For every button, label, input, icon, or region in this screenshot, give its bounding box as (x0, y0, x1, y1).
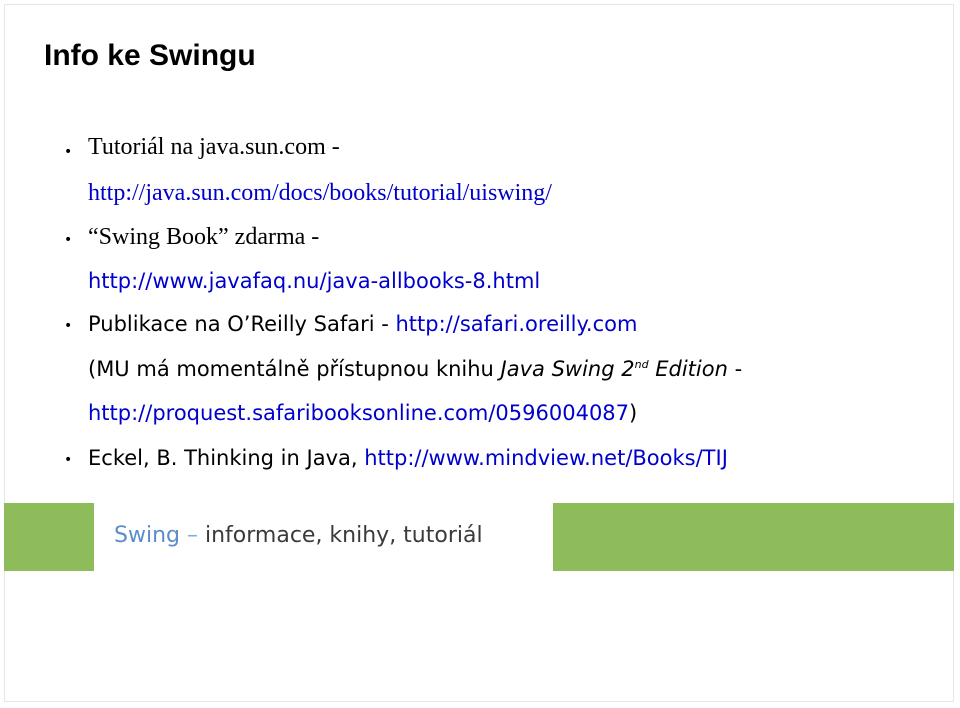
bullet-item-3-line: Publikace na O’Reilly Safari - http://sa… (88, 309, 637, 339)
book-title-sup: nd (634, 358, 649, 371)
bullet-item-3-note-link-line: http://proquest.safaribooksonline.com/05… (88, 398, 637, 428)
bullet-item-1-text: Tutoriál na java.sun.com - (88, 134, 340, 160)
bullet-item-1-link[interactable]: http://java.sun.com/docs/books/tutorial/… (88, 178, 552, 208)
slide-footer: Swing – informace, knihy, tutoriál (4, 503, 954, 571)
footer-topic: Swing (114, 523, 180, 548)
bullet-item-3-note-close: ) (629, 401, 638, 425)
bullet-symbol: • (64, 318, 73, 334)
footer-bar-right (553, 503, 954, 571)
slide-frame (4, 4, 954, 702)
footer-caption: Swing – informace, knihy, tutoriál (114, 521, 483, 551)
footer-subtitle: informace, knihy, tutoriál (204, 523, 483, 548)
bullet-symbol: • (64, 452, 73, 468)
bullet-item-3-note-link[interactable]: http://proquest.safaribooksonline.com/05… (88, 401, 629, 425)
bullet-item-3-text: Publikace na O’Reilly Safari - (88, 312, 396, 336)
bullet-item-3-link[interactable]: http://safari.oreilly.com (396, 312, 638, 336)
book-title: Java Swing 2nd Edition (501, 357, 728, 381)
bullet-item-4-link[interactable]: http://www.mindview.net/Books/TIJ (364, 446, 728, 470)
bullet-item-4-text: Eckel, B. Thinking in Java, (88, 446, 365, 470)
bullet-item-3-note-dash: - (727, 357, 743, 381)
footer-separator: – (179, 523, 205, 548)
bullet-item-3-note-prefix: (MU má momentálně přístupnou knihu (88, 357, 501, 381)
book-title-text: Java Swing 2 (500, 357, 635, 381)
bullet-item-4-line: Eckel, B. Thinking in Java, http://www.m… (88, 443, 728, 473)
footer-bar-left (4, 503, 94, 571)
bullet-symbol: • (64, 232, 73, 248)
bullet-symbol: • (64, 144, 73, 160)
slide-title: Info ke Swingu (44, 39, 256, 72)
book-edition: Edition (648, 357, 728, 381)
bullet-item-2-link[interactable]: http://www.javafaq.nu/java-allbooks-8.ht… (88, 266, 540, 296)
bullet-item-2-text: “Swing Book” zdarma - (88, 224, 320, 250)
bullet-item-3-note: (MU má momentálně přístupnou knihu Java … (88, 354, 742, 384)
